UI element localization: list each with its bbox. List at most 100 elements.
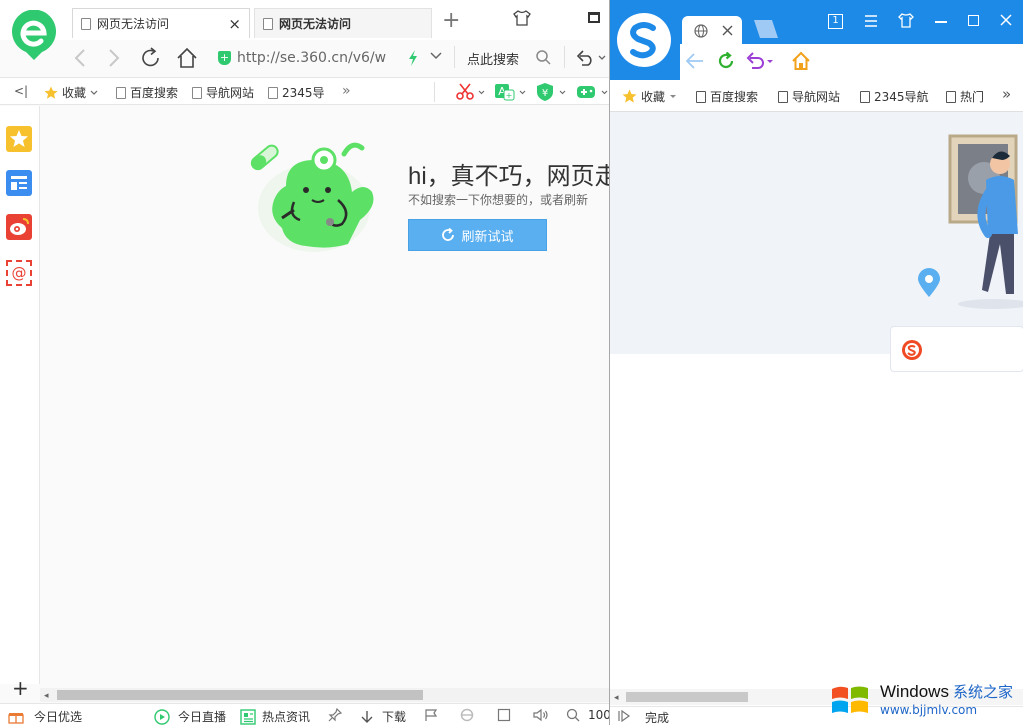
page-counter-icon[interactable]: 1 (828, 14, 843, 29)
scrollbar-thumb[interactable] (57, 690, 423, 700)
favorite-item[interactable]: 导航网站 (192, 84, 254, 101)
favorites-menu[interactable]: 收藏 (622, 88, 677, 105)
favorite-label: 导航网站 (206, 86, 255, 100)
email-icon[interactable]: @ (6, 260, 32, 286)
skin-icon[interactable] (898, 13, 914, 28)
search-label[interactable]: 点此搜索 (467, 49, 519, 68)
translate-icon[interactable]: A + (494, 82, 528, 102)
scrollbar-thumb[interactable] (626, 692, 748, 702)
lightning-icon[interactable] (408, 50, 418, 66)
forward-icon[interactable] (108, 49, 120, 67)
person-illustration (948, 134, 1023, 310)
favorite-item[interactable]: 百度搜索 (116, 84, 178, 101)
tab-close-icon[interactable]: × (228, 15, 241, 33)
news-item[interactable]: 热点资讯 (240, 708, 310, 725)
download-item[interactable]: 下载 (360, 708, 406, 725)
zoom-control[interactable]: 100 (566, 708, 610, 722)
shopping-shield-icon[interactable]: ¥ (536, 82, 570, 102)
tab-title: 网页无法访问 (97, 17, 170, 31)
page-icon (778, 90, 788, 103)
live-label: 今日直播 (178, 710, 227, 724)
status-text: 完成 (645, 711, 670, 725)
add-sidebar-item-button[interactable]: + (12, 678, 29, 698)
close-icon[interactable] (1000, 14, 1012, 26)
reload-icon[interactable] (717, 52, 735, 70)
favorite-label: 百度搜索 (710, 90, 759, 104)
scissors-icon[interactable] (456, 83, 486, 101)
360-logo-icon[interactable] (10, 10, 58, 62)
favorites-star-icon[interactable] (6, 126, 32, 152)
mascot-illustration (248, 136, 388, 254)
tab-inactive[interactable]: 网页无法访问 (254, 8, 432, 38)
live-item[interactable]: 今日直播 (154, 708, 226, 725)
refresh-icon (442, 228, 455, 241)
dropdown-chevron-icon[interactable] (430, 52, 442, 60)
window-icon[interactable] (497, 708, 511, 722)
undo-icon[interactable] (576, 48, 606, 66)
tab-active[interactable] (682, 16, 742, 46)
favorite-item[interactable]: 导航网站 (778, 88, 840, 105)
weibo-icon[interactable] (6, 214, 32, 240)
sogou-search-icon (902, 340, 922, 360)
sidebar-toggle-icon[interactable] (618, 710, 632, 722)
skin-icon[interactable] (513, 10, 531, 26)
navigation-bar: + http://se.360.cn/v6/we 点此搜索 (60, 40, 610, 76)
more-favorites-button[interactable]: » (1002, 85, 1011, 103)
back-icon[interactable] (74, 49, 86, 67)
news-label: 热点资讯 (262, 710, 311, 724)
page-icon (946, 90, 956, 103)
windows-logo-icon (832, 686, 868, 713)
retry-button[interactable]: 刷新试试 (408, 219, 547, 251)
menu-icon[interactable] (864, 15, 878, 27)
favorite-item[interactable]: 2345导 (268, 84, 325, 101)
chevron-down-icon (90, 90, 98, 95)
panel-tab-edge (856, 354, 886, 376)
maximize-icon[interactable] (968, 15, 979, 26)
favorite-item[interactable]: 热门 (946, 88, 984, 105)
divider (454, 46, 455, 68)
volume-icon[interactable] (533, 708, 549, 722)
search-icon[interactable] (536, 50, 551, 65)
daily-pick-item[interactable]: 今日优选 (8, 708, 82, 725)
search-card[interactable] (890, 326, 1023, 372)
sogou-logo-icon[interactable] (616, 12, 672, 68)
pin-icon[interactable] (328, 708, 342, 722)
page-icon (81, 17, 91, 30)
tab-active[interactable]: 网页无法访问 × (72, 8, 250, 38)
favorites-menu[interactable]: 收藏 (44, 84, 98, 101)
game-controller-icon[interactable] (576, 83, 610, 101)
ie-icon[interactable] (460, 708, 474, 722)
favorite-item[interactable]: 2345导航 (860, 88, 929, 105)
watermark-url: www.bjjmlv.com (880, 702, 978, 717)
scroll-left-arrow-icon[interactable]: ◂ (44, 691, 49, 701)
scroll-left-arrow-icon[interactable]: ◂ (614, 693, 619, 703)
zoom-icon (566, 708, 580, 722)
news-feed-icon[interactable] (6, 170, 32, 196)
maximize-icon[interactable] (588, 12, 600, 23)
favorite-item[interactable]: 百度搜索 (696, 88, 758, 105)
tab-bar: 网页无法访问 × 网页无法访问 + (0, 0, 610, 60)
flag-icon[interactable] (424, 708, 438, 722)
back-icon[interactable] (686, 53, 704, 69)
retry-label: 刷新试试 (461, 229, 514, 245)
new-tab-button[interactable]: + (442, 8, 460, 33)
page-icon (116, 86, 126, 99)
favorites-label: 收藏 (641, 90, 666, 104)
svg-text:¥: ¥ (542, 88, 548, 99)
star-icon (622, 89, 637, 103)
location-pin-icon (916, 268, 942, 298)
minimize-icon[interactable] (935, 21, 947, 23)
tab-close-icon[interactable] (722, 25, 733, 36)
horizontal-scrollbar[interactable]: ◂ (40, 688, 610, 702)
collapse-sidebar-icon[interactable]: <| (14, 84, 28, 98)
home-icon[interactable] (791, 51, 811, 71)
reload-icon[interactable] (140, 47, 162, 69)
status-bar: 今日优选 今日直播 热点资讯 下载 100 (0, 703, 610, 725)
new-tab-button[interactable] (750, 20, 780, 38)
undo-close-icon[interactable] (746, 52, 778, 70)
favorites-bar: <| 收藏 百度搜索 导航网站 2345导 » A + ¥ (0, 77, 610, 105)
browser-360-window: 网页无法访问 × 网页无法访问 + + http://se.360.cn/v6/… (0, 0, 610, 725)
more-favorites-button[interactable]: » (342, 83, 351, 99)
home-icon[interactable] (176, 47, 198, 69)
url-text[interactable]: http://se.360.cn/v6/we (237, 50, 387, 66)
